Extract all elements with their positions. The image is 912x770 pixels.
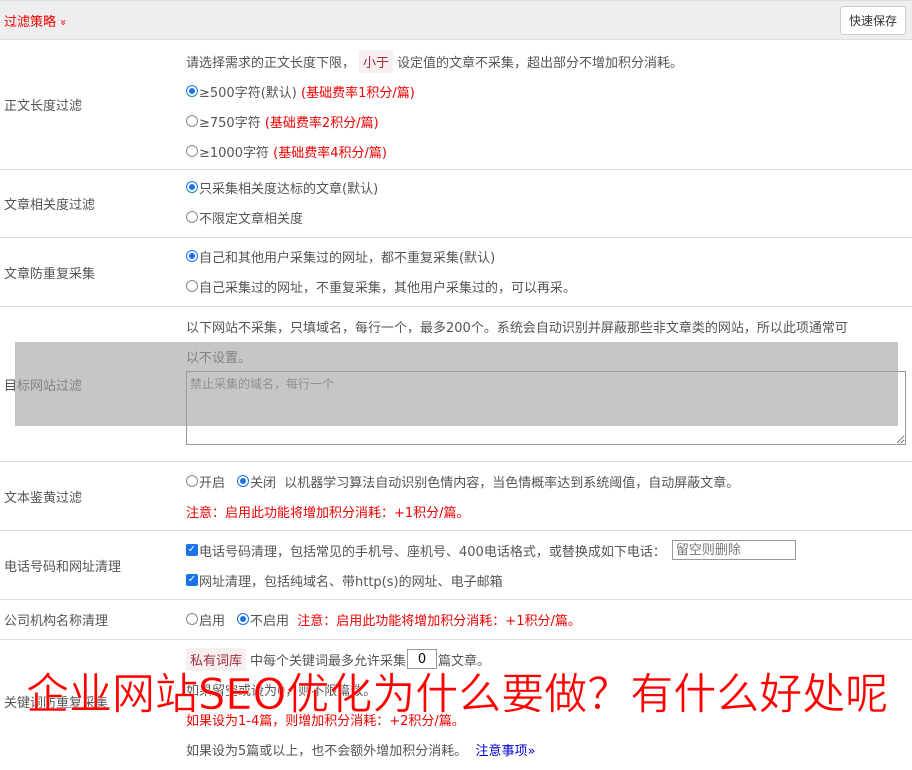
phone-clean-checkbox[interactable]: ✓ xyxy=(186,544,198,556)
company-note: 注意：启用此功能将增加积分消耗：+1积分/篇。 xyxy=(297,613,581,629)
section-title: 过滤策略 xyxy=(4,14,57,30)
site-filter-row: 目标网站过滤 以下网站不采集，只填域名，每行一个，最多200个。系统会自动识别并… xyxy=(0,307,912,462)
row-label: 关键词防重复采集 xyxy=(4,696,109,711)
company-row: 公司机构名称清理 启用 不启用 注意：启用此功能将增加积分消耗：+1积分/篇。 xyxy=(0,600,912,640)
option-label: ≥1000字符 xyxy=(199,145,269,161)
radio-dedupe-self[interactable]: 自己采集过的网址，不重复采集，其他用户采集过的，可以再采。 xyxy=(186,271,912,301)
row-label: 文章防重复采集 xyxy=(4,266,96,282)
radio-icon[interactable] xyxy=(186,115,198,127)
tag: 小于 xyxy=(359,49,394,73)
relevance-row: 文章相关度过滤 只采集相关度达标的文章(默认) 不限定文章相关度 xyxy=(0,170,912,238)
replacement-phone-input[interactable] xyxy=(671,540,796,560)
keyword-text: 如果留空或设为0，则不限篇数。 xyxy=(186,683,377,699)
keyword-text: 如果设为5篇或以上，也不会额外增加积分消耗。 xyxy=(186,743,468,759)
option-note: (基础费率1积分/篇) xyxy=(301,85,415,101)
url-clean-checkbox[interactable]: ✓ xyxy=(186,574,198,586)
phone-url-row: 电话号码和网址清理 ✓ 电话号码清理，包括常见的手机号、座机号、400电话格式，或… xyxy=(0,531,912,600)
radio-icon[interactable] xyxy=(186,250,198,262)
option-label: 自己采集过的网址，不重复采集，其他用户采集过的，可以再采。 xyxy=(199,280,577,296)
radio-dedupe-all[interactable]: 自己和其他用户采集过的网址，都不重复采集(默认) xyxy=(186,241,912,271)
filter-strategy-toggle[interactable]: 过滤策略 » xyxy=(4,11,71,30)
option-label: 不限定文章相关度 xyxy=(199,211,304,227)
option-note: (基础费率4积分/篇) xyxy=(273,145,387,161)
quick-save-button[interactable]: 快速保存 xyxy=(839,5,906,35)
row-label: 文章相关度过滤 xyxy=(4,198,96,213)
option-label: 电话号码清理，包括常见的手机号、座机号、400电话格式，或替换成如下电话： xyxy=(199,544,666,560)
radio-icon[interactable] xyxy=(186,181,198,193)
desc-text: 请选择需求的正文长度下限， xyxy=(186,55,356,71)
length-filter-row: 正文长度过滤 请选择需求的正文长度下限， 小于 设定值的文章不采集，超出部分不增加积… xyxy=(0,40,912,170)
private-lexicon-link[interactable]: 私有词库 xyxy=(186,647,247,671)
filter-header: 过滤策略 » 快速保存 xyxy=(0,0,912,40)
dedupe-row: 文章防重复采集 自己和其他用户采集过的网址，都不重复采集(默认) 自己采集过的网… xyxy=(0,238,912,307)
keyword-text: 篇文章。 xyxy=(438,653,491,669)
radio-icon[interactable] xyxy=(186,211,198,223)
radio-porn-on[interactable] xyxy=(186,475,198,487)
notes-link[interactable]: 注意事项» xyxy=(476,740,536,759)
porn-filter-row: 文本鉴黄过滤 开启 关闭 以机器学习算法自动识别色情内容，当色情概率达到系统阈值，… xyxy=(0,462,912,531)
option-label: 开启 xyxy=(199,475,226,491)
option-label: 启用 xyxy=(199,613,226,629)
keyword-text: 中每个关键词最多允许采集 xyxy=(250,653,407,669)
radio-500[interactable]: ≥500字符(默认) (基础费率1积分/篇) xyxy=(186,76,912,106)
radio-company-on[interactable] xyxy=(186,613,198,625)
site-desc: 以下网站不采集，只填域名，每行一个，最多200个。系统会自动识别并屏蔽那些非文章… xyxy=(186,320,848,336)
radio-icon[interactable] xyxy=(186,85,198,97)
option-label: 网址清理，包括纯域名、带http(s)的网址、电子邮箱 xyxy=(199,574,503,590)
option-note: (基础费率2积分/篇) xyxy=(264,115,379,131)
row-label: 公司机构名称清理 xyxy=(4,614,109,629)
row-label: 文本鉴黄过滤 xyxy=(4,490,83,506)
row-label: 正文长度过滤 xyxy=(4,99,83,114)
option-label: 自己和其他用户采集过的网址，都不重复采集(默认) xyxy=(199,250,496,266)
keyword-row: 关键词防重复采集 私有词库中每个关键词最多允许采集 篇文章。 如果留空或设为0，则… xyxy=(0,640,912,770)
radio-icon[interactable] xyxy=(186,280,198,292)
radio-icon[interactable] xyxy=(186,145,198,157)
row-label: 目标网站过滤 xyxy=(4,378,83,394)
max-articles-input[interactable] xyxy=(407,649,438,669)
porn-note: 注意：启用此功能将增加积分消耗：+1积分/篇。 xyxy=(186,505,470,521)
porn-desc: 以机器学习算法自动识别色情内容，当色情概率达到系统阈值，自动屏蔽文章。 xyxy=(284,475,740,491)
radio-company-off[interactable] xyxy=(237,613,250,625)
row-label: 电话号码和网址清理 xyxy=(4,559,122,575)
option-label: 关闭 xyxy=(250,475,277,491)
desc-text: 设定值的文章不采集，超出部分不增加积分消耗。 xyxy=(397,55,684,71)
length-desc: 请选择需求的正文长度下限， 小于 设定值的文章不采集，超出部分不增加积分消耗。 xyxy=(186,46,912,76)
option-label: ≥500字符(默认) xyxy=(199,85,297,101)
radio-porn-off[interactable] xyxy=(237,475,250,487)
radio-1000[interactable]: ≥1000字符 (基础费率4积分/篇) xyxy=(186,136,912,166)
chevron-down-icon: » xyxy=(57,18,71,26)
option-label: 只采集相关度达标的文章(默认) xyxy=(199,181,379,197)
radio-750[interactable]: ≥750字符 (基础费率2积分/篇) xyxy=(186,106,912,136)
option-label: 不启用 xyxy=(250,613,290,629)
site-desc: 以不设置。 xyxy=(186,350,252,366)
keyword-note: 如果设为1-4篇，则增加积分消耗：+2积分/篇。 xyxy=(186,713,465,729)
radio-relevant-only[interactable]: 只采集相关度达标的文章(默认) xyxy=(186,172,912,202)
radio-no-relevance[interactable]: 不限定文章相关度 xyxy=(186,202,912,232)
option-label: ≥750字符 xyxy=(199,115,261,131)
blocked-domains-textarea[interactable] xyxy=(186,371,906,445)
